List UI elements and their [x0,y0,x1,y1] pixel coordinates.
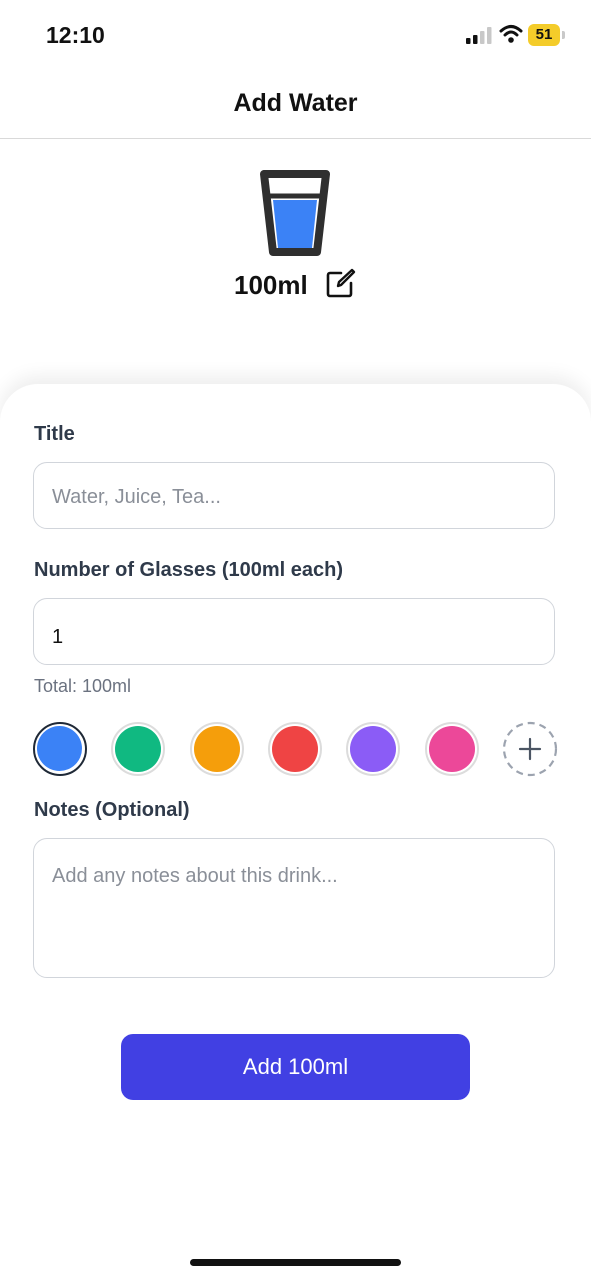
color-swatch-blue[interactable] [33,722,87,776]
notes-textarea[interactable]: Add any notes about this drink... [33,838,555,978]
color-swatch-red[interactable] [268,722,322,776]
swatch-fill [37,726,82,771]
cellular-signal-icon [466,27,492,44]
title-input[interactable]: Water, Juice, Tea... [33,462,555,529]
add-color-button[interactable] [502,721,558,777]
amount-row: 100ml [0,268,591,304]
color-swatch-green[interactable] [111,722,165,776]
swatch-fill [350,726,396,772]
swatch-fill [115,726,161,772]
plus-icon [518,737,542,761]
notes-label: Notes (Optional) [34,799,190,821]
edit-icon[interactable] [326,268,356,298]
glasses-value: 1 [52,626,64,648]
home-indicator[interactable] [190,1259,401,1266]
header: Add Water [0,70,591,139]
total-text: Total: 100ml [34,676,132,696]
status-time: 12:10 [46,22,105,48]
swatch-fill [429,726,475,772]
swatch-fill [272,726,318,772]
water-glass-icon [260,170,330,256]
amount-display: 100ml [234,270,308,300]
wifi-icon [499,25,523,43]
battery-cap [562,31,565,39]
glasses-input[interactable]: 1 [33,598,555,665]
color-swatch-pink[interactable] [425,722,479,776]
title-placeholder: Water, Juice, Tea... [52,486,221,508]
glasses-label: Number of Glasses (100ml each) [34,559,344,581]
battery-indicator: 51 [528,24,566,46]
title-label: Title [34,423,75,445]
color-swatch-orange[interactable] [190,722,244,776]
add-water-button[interactable]: Add 100ml [121,1034,470,1100]
battery-level: 51 [535,26,553,43]
swatch-fill [194,726,240,772]
color-swatch-purple[interactable] [346,722,400,776]
page-title: Add Water [233,89,358,117]
notes-placeholder: Add any notes about this drink... [52,865,338,887]
status-bar: 12:10 51 [0,0,591,70]
